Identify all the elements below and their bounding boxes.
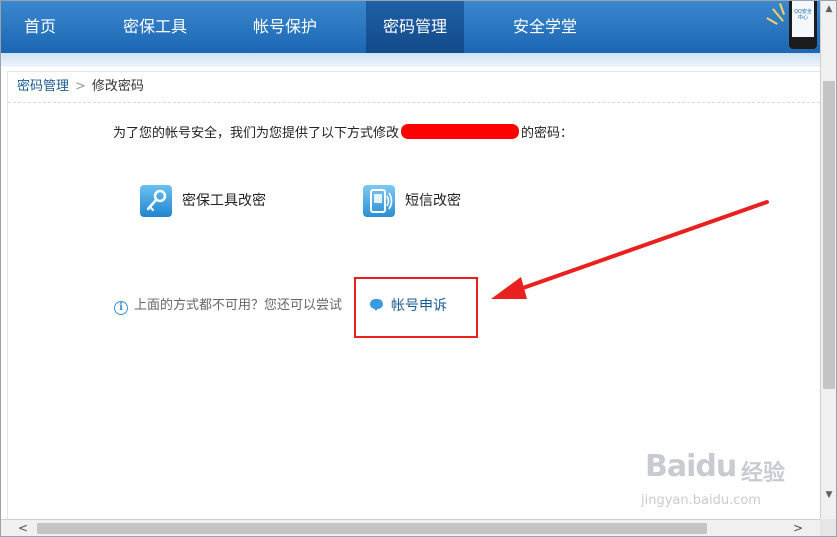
scrollbar-corner [820, 519, 836, 536]
redacted-account-mark [401, 124, 520, 139]
phone-sms-icon [363, 185, 395, 217]
scroll-down-icon[interactable]: ▼ [821, 487, 836, 503]
qq-security-badge: QQ安全中心 [766, 1, 819, 49]
browser-frame: 首页 密保工具 帐号保护 密码管理 安全学堂 QQ安全中心 密码管理 > 修改密码 … [0, 0, 837, 537]
scroll-left-icon[interactable]: < [15, 520, 31, 536]
intro-suffix: 的密码： [521, 126, 574, 141]
scroll-up-icon[interactable]: ▲ [821, 1, 836, 17]
nav-item-password-management[interactable]: 密码管理 [366, 1, 464, 53]
nav-item-account-protection[interactable]: 帐号保护 [231, 1, 339, 53]
option-security-tool-label: 密保工具改密 [182, 193, 266, 209]
nav-underline-strip [1, 53, 820, 67]
intro-text: 为了您的帐号安全，我们为您提供了以下方式修改 的密码： [113, 122, 573, 141]
badge-text: QQ安全中心 [792, 1, 814, 37]
breadcrumb-divider [8, 102, 820, 103]
info-icon: i [114, 301, 128, 315]
key-icon [140, 185, 172, 217]
intro-prefix: 为了您的帐号安全，我们为您提供了以下方式修改 [113, 126, 400, 141]
breadcrumb: 密码管理 > 修改密码 [17, 72, 144, 102]
option-sms-label: 短信改密 [405, 193, 461, 209]
scroll-right-icon[interactable]: > [790, 520, 806, 536]
badge-ray-icon [779, 3, 785, 15]
annotation-highlight-box [354, 277, 478, 338]
content-panel: 密码管理 > 修改密码 为了您的帐号安全，我们为您提供了以下方式修改 的密码： 密保工… [7, 71, 821, 521]
fallback-hint-text: 上面的方式都不可用？您还可以尝试 [134, 298, 343, 313]
vertical-scroll-thumb[interactable] [823, 81, 835, 389]
vertical-scrollbar[interactable]: ▲ ▼ [820, 1, 836, 519]
nav-item-home[interactable]: 首页 [1, 1, 79, 53]
badge-ray-icon [766, 17, 778, 25]
nav-item-security-tools[interactable]: 密保工具 [99, 1, 211, 53]
breadcrumb-separator: > [75, 79, 86, 94]
nav-item-security-school[interactable]: 安全学堂 [491, 1, 599, 53]
breadcrumb-parent-link[interactable]: 密码管理 [17, 79, 69, 94]
breadcrumb-current: 修改密码 [91, 79, 144, 94]
fallback-hint: i 上面的方式都不可用？您还可以尝试 [114, 297, 342, 315]
horizontal-scroll-thumb[interactable] [37, 523, 707, 534]
top-nav: 首页 密保工具 帐号保护 密码管理 安全学堂 QQ安全中心 [1, 1, 820, 54]
horizontal-scrollbar[interactable]: < > [1, 519, 820, 536]
phone-icon: QQ安全中心 [789, 1, 817, 49]
